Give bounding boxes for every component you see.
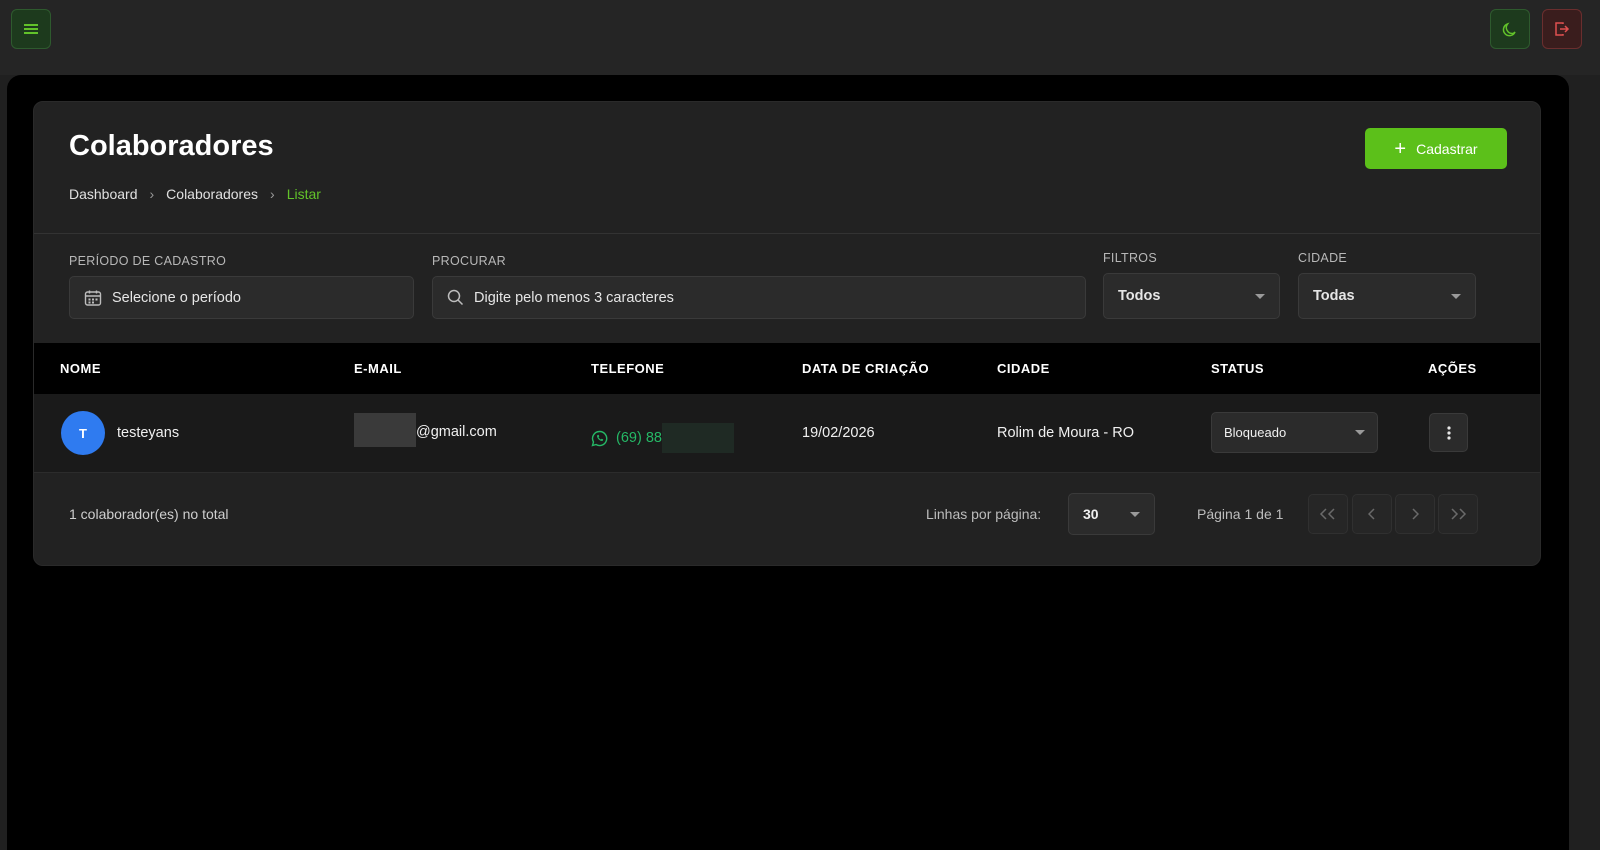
logout-icon: [1555, 22, 1570, 36]
row-phone[interactable]: (69) 88: [591, 423, 734, 453]
add-collaborator-button[interactable]: + Cadastrar: [1365, 128, 1507, 169]
row-created-date: 19/02/2026: [802, 425, 875, 441]
table-row: T testeyans @gmail.com (69) 88 19/02/202…: [34, 394, 1540, 473]
first-page-button[interactable]: [1308, 494, 1348, 534]
theme-toggle-button[interactable]: [1490, 9, 1530, 49]
breadcrumb-colaboradores[interactable]: Colaboradores: [166, 186, 258, 202]
chevrons-left-icon: [1319, 508, 1335, 520]
row-city: Rolim de Moura - RO: [997, 425, 1134, 441]
row-phone-text: (69) 88: [616, 430, 662, 446]
redacted-block: [354, 413, 416, 447]
header-email: E-MAIL: [354, 361, 402, 376]
table-header: NOME E-MAIL TELEFONE DATA DE CRIAÇÃO CID…: [34, 343, 1540, 394]
page-title: Colaboradores: [69, 130, 274, 162]
chevron-right-icon: [1412, 508, 1419, 520]
period-label: PERÍODO DE CADASTRO: [69, 254, 227, 268]
search-input[interactable]: Digite pelo menos 3 caracteres: [432, 276, 1086, 319]
status-value: Bloqueado: [1224, 425, 1287, 440]
filter-value: Todos: [1118, 288, 1161, 304]
chevron-left-icon: [1368, 508, 1375, 520]
chevron-right-icon: ›: [149, 186, 155, 202]
previous-page-button[interactable]: [1352, 494, 1392, 534]
collaborators-card: Colaboradores Dashboard › Colaboradores …: [33, 101, 1541, 566]
redacted-block: [661, 423, 734, 453]
divider: [34, 233, 1540, 234]
more-vertical-icon: [1446, 425, 1451, 440]
filter-label: FILTROS: [1103, 251, 1157, 265]
calendar-icon: [84, 290, 102, 306]
page-info: Página 1 de 1: [1197, 506, 1284, 522]
city-select[interactable]: Todas: [1298, 273, 1476, 319]
search-icon: [447, 289, 464, 306]
filter-select[interactable]: Todos: [1103, 273, 1280, 319]
add-button-label: Cadastrar: [1416, 140, 1478, 157]
menu-toggle-button[interactable]: [11, 9, 51, 49]
breadcrumb-dashboard[interactable]: Dashboard: [69, 186, 138, 202]
header-nome: NOME: [60, 361, 101, 376]
total-count: 1 colaborador(es) no total: [69, 506, 229, 522]
whatsapp-icon: [591, 430, 608, 447]
status-select[interactable]: Bloqueado: [1211, 412, 1378, 453]
row-email-text: @gmail.com: [416, 424, 497, 440]
breadcrumb-listar: Listar: [286, 186, 321, 202]
chevron-right-icon: ›: [270, 186, 275, 202]
rows-per-page-value: 30: [1083, 506, 1099, 522]
row-name: testeyans: [117, 425, 180, 441]
header-acoes: AÇÕES: [1428, 361, 1477, 376]
breadcrumb: Dashboard › Colaboradores › Listar: [69, 186, 321, 202]
period-picker[interactable]: Selecione o período: [69, 276, 414, 319]
header-telefone: TELEFONE: [591, 361, 665, 376]
header-cidade: CIDADE: [997, 361, 1050, 376]
last-page-button[interactable]: [1438, 494, 1478, 534]
chevrons-right-icon: [1451, 508, 1467, 520]
rows-per-page-label: Linhas por página:: [926, 506, 1042, 522]
moon-icon: [1502, 22, 1516, 37]
row-actions-button[interactable]: [1429, 413, 1468, 452]
header-data-criacao: DATA DE CRIAÇÃO: [802, 361, 930, 376]
caret-down-icon: [1255, 293, 1265, 299]
period-placeholder: Selecione o período: [112, 289, 241, 306]
top-bar: [0, 0, 1600, 75]
city-value: Todas: [1313, 288, 1355, 304]
city-label: CIDADE: [1298, 251, 1348, 265]
header-status: STATUS: [1211, 361, 1265, 376]
caret-down-icon: [1451, 293, 1461, 299]
logout-button[interactable]: [1542, 9, 1582, 49]
plus-icon: +: [1394, 137, 1407, 160]
avatar: T: [61, 411, 105, 455]
rows-per-page-select[interactable]: 30: [1068, 493, 1155, 535]
hamburger-icon: [24, 24, 38, 34]
search-label: PROCURAR: [432, 254, 506, 268]
row-email: @gmail.com: [354, 408, 497, 447]
search-placeholder: Digite pelo menos 3 caracteres: [474, 289, 674, 306]
next-page-button[interactable]: [1395, 494, 1435, 534]
caret-down-icon: [1130, 511, 1140, 517]
caret-down-icon: [1355, 430, 1365, 435]
